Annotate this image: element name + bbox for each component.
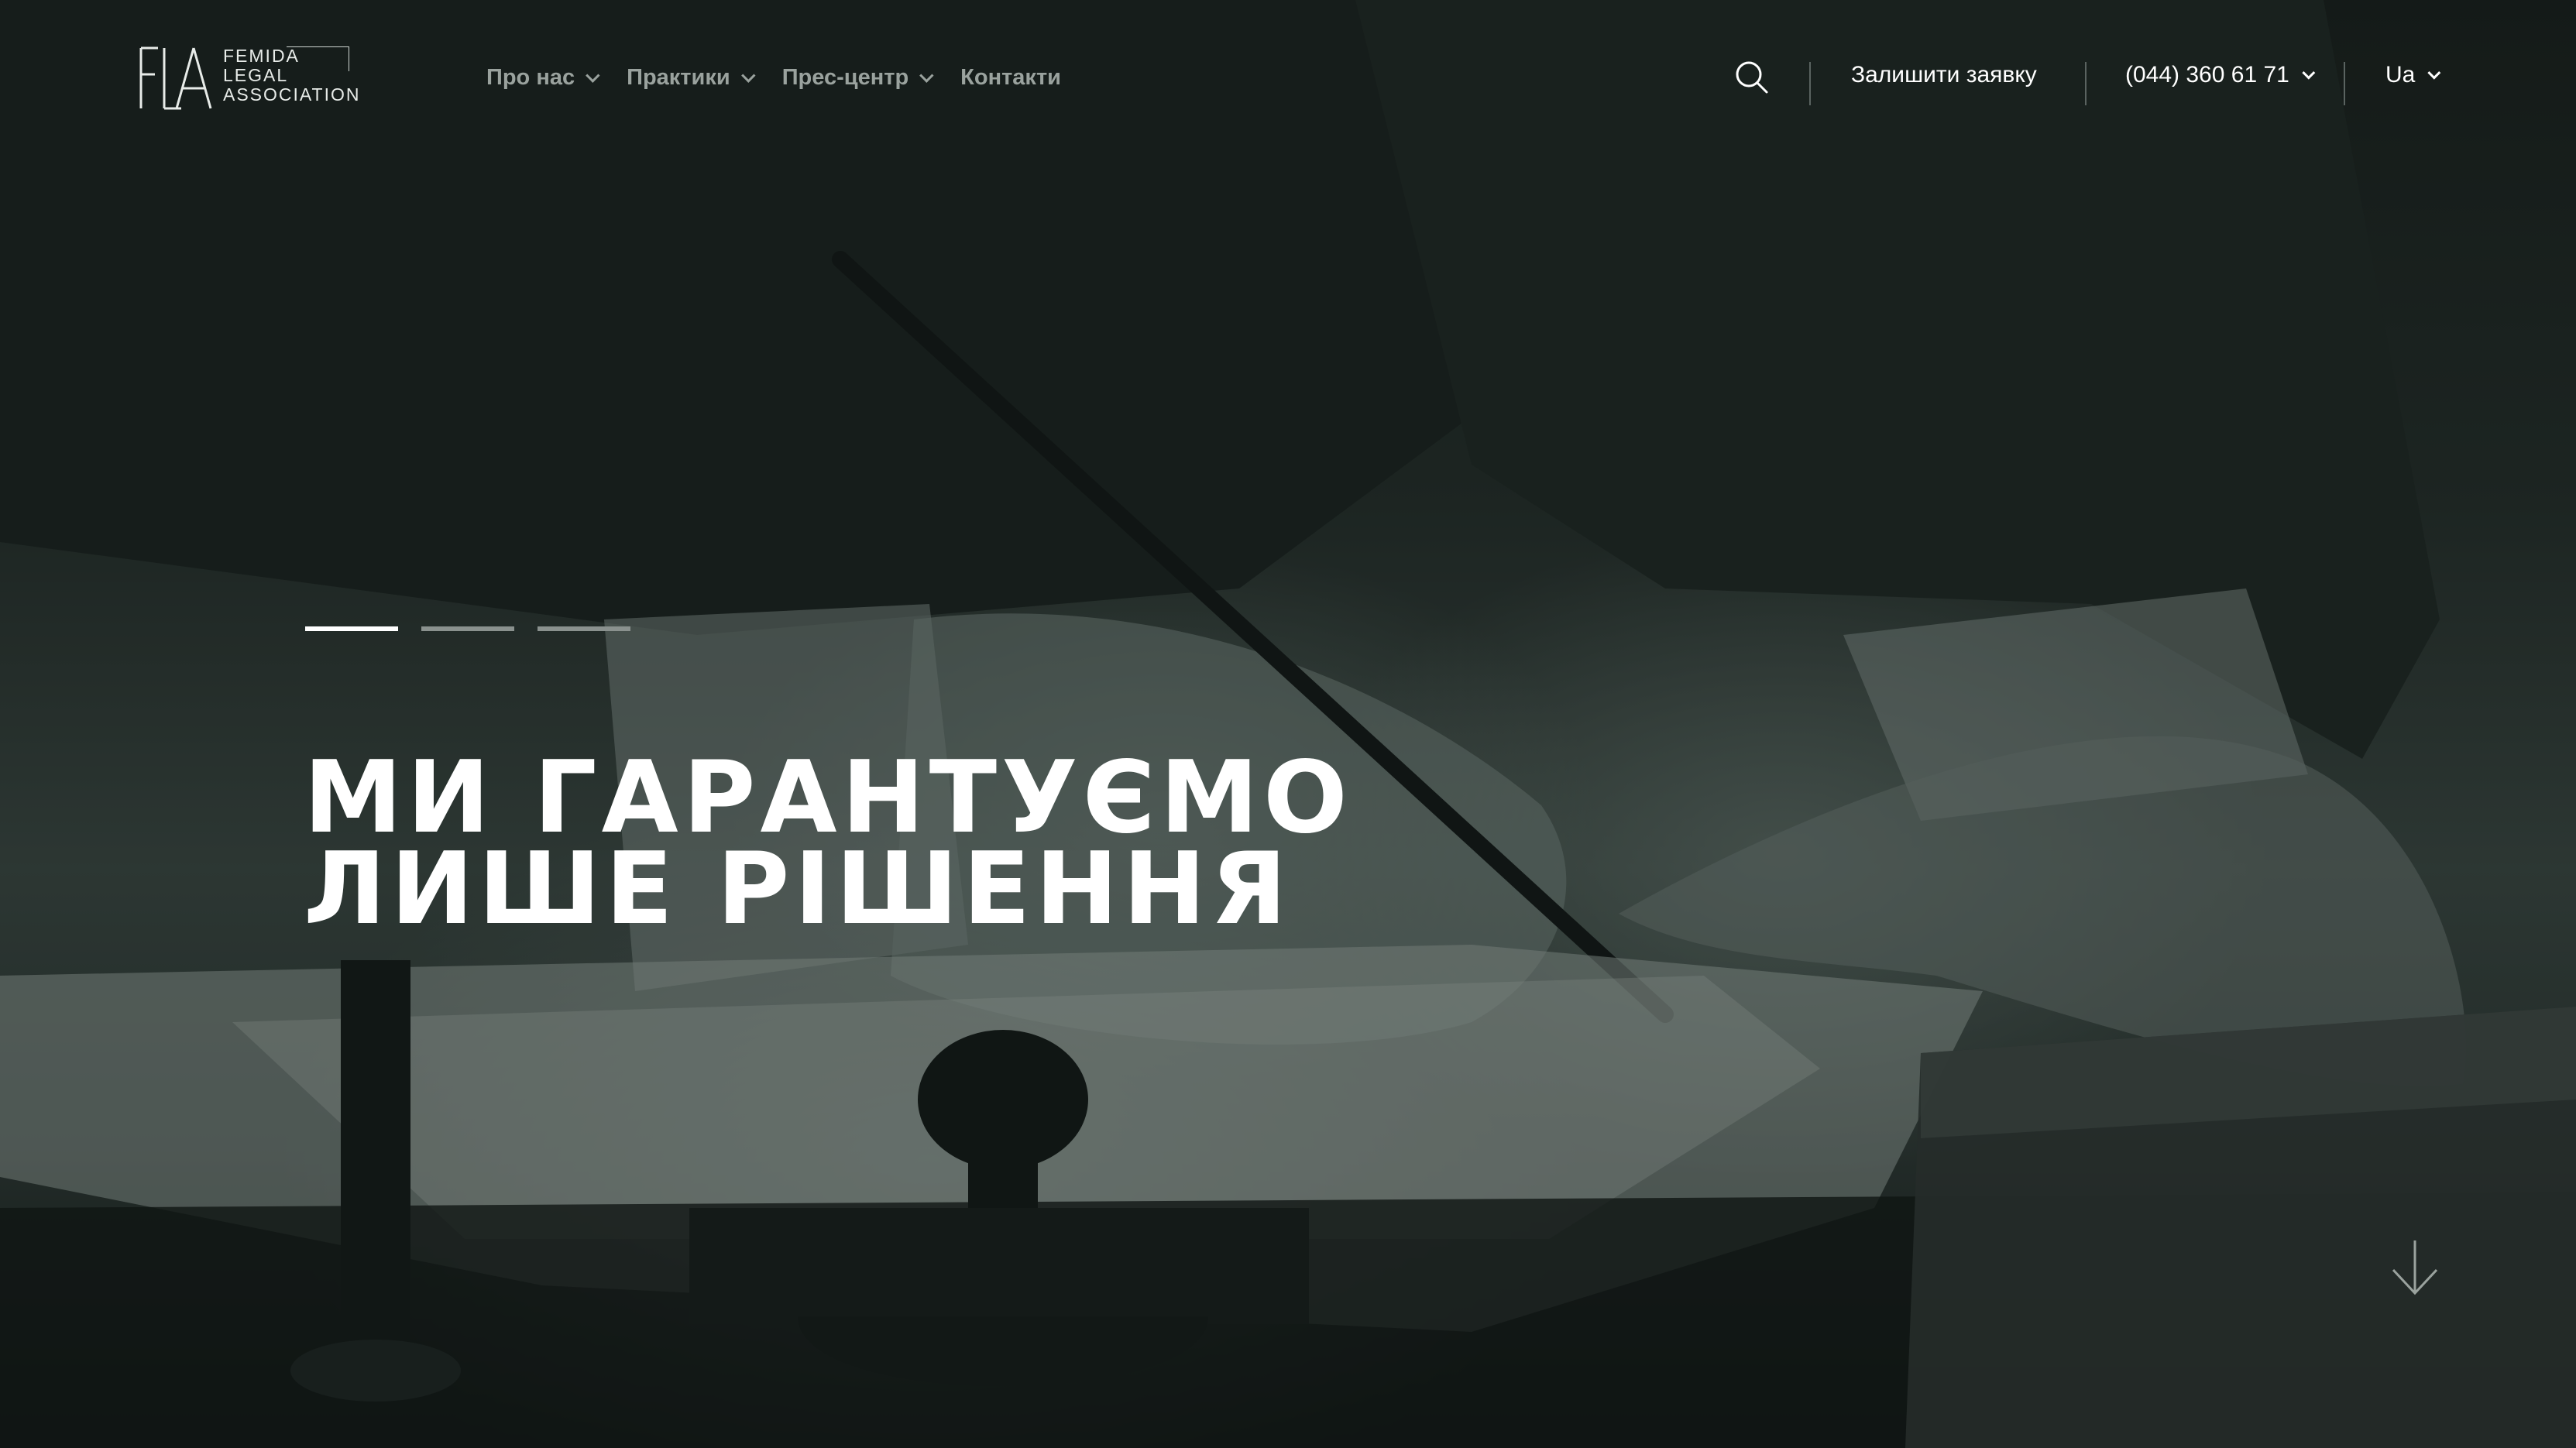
- leave-request-link[interactable]: Залишити заявку: [1851, 62, 2037, 88]
- nav-item-label: Прес-центр: [781, 65, 909, 90]
- scroll-down-button[interactable]: [2390, 1239, 2440, 1296]
- brand-wordmark: FEMIDA LEGAL ASSOCIATION: [223, 46, 361, 105]
- nav-item-contacts[interactable]: Контакти: [960, 65, 1061, 91]
- hero-headline-line-1: МИ ГАРАНТУЄМО: [304, 740, 1352, 856]
- slide-indicator-3[interactable]: [538, 626, 630, 631]
- chevron-down-icon: [586, 68, 600, 83]
- search-icon: [1736, 61, 1768, 94]
- nav-item-label: Контакти: [960, 65, 1061, 90]
- chevron-down-icon: [740, 68, 756, 83]
- phone-dropdown[interactable]: (044) 360 61 71: [2125, 62, 2316, 88]
- brand-line-1: FEMIDA: [223, 46, 300, 66]
- header-divider: [2085, 62, 2087, 105]
- header-divider: [2344, 62, 2345, 105]
- hero-headline: МИ ГАРАНТУЄМО ЛИШЕ РІШЕННЯ: [304, 740, 1352, 947]
- fla-logo-mark: [139, 46, 212, 110]
- header-divider: [1809, 62, 1811, 105]
- phone-number: (044) 360 61 71: [2125, 62, 2289, 87]
- hero-section: FEMIDA LEGAL ASSOCIATION Про нас Практик…: [0, 0, 2576, 1448]
- main-nav: Про нас Практики Прес-центр Контакти: [486, 65, 1092, 91]
- brand-line-3: ASSOCIATION: [223, 84, 361, 105]
- nav-item-about[interactable]: Про нас: [486, 65, 600, 91]
- arrow-down-icon: [2392, 1240, 2438, 1295]
- search-button[interactable]: [1735, 60, 1769, 94]
- language-label: Ua: [2385, 62, 2416, 87]
- nav-item-practices[interactable]: Практики: [627, 65, 756, 91]
- hero-headline-line-2: ЛИШЕ РІШЕННЯ: [304, 832, 1292, 947]
- brand-line-2: LEGAL: [223, 65, 289, 85]
- language-selector[interactable]: Ua: [2385, 62, 2441, 88]
- slider-pagination: [305, 626, 630, 631]
- slide-indicator-2[interactable]: [421, 626, 514, 631]
- logo-frame-line: [287, 46, 349, 47]
- nav-item-label: Про нас: [486, 65, 575, 90]
- hero-overlay: [0, 0, 2576, 1448]
- brand-logo[interactable]: FEMIDA LEGAL ASSOCIATION: [138, 45, 362, 112]
- nav-item-label: Практики: [627, 65, 730, 90]
- chevron-down-icon: [919, 68, 934, 83]
- slide-indicator-1[interactable]: [305, 626, 398, 631]
- nav-item-press-center[interactable]: Прес-центр: [781, 65, 934, 91]
